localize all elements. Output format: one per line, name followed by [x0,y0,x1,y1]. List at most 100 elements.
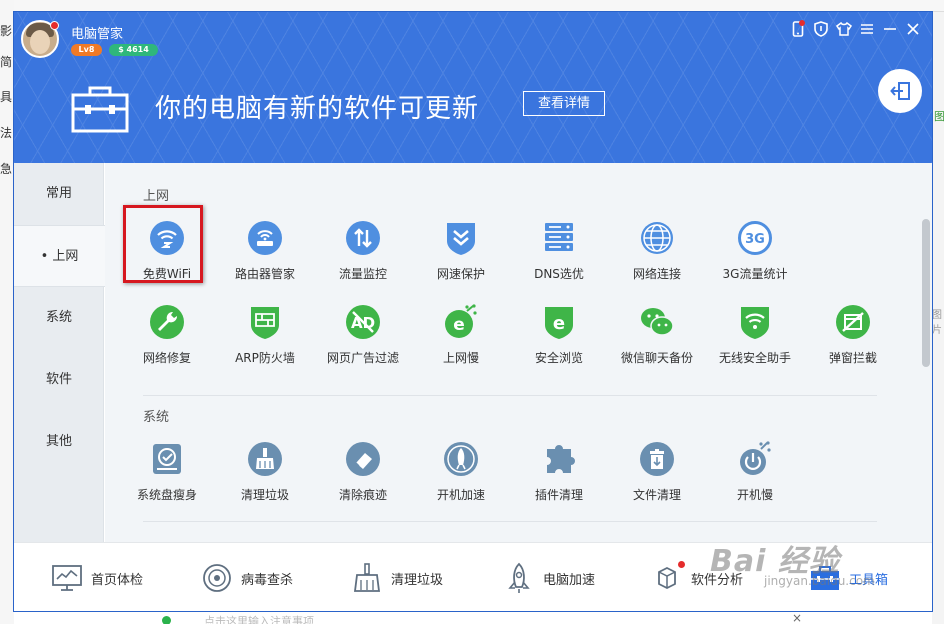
tool-label: 网速保护 [436,267,485,281]
tool-label: ARP防火墙 [235,351,295,365]
tool-dns-optimize[interactable]: DNS选优 [511,220,607,292]
tool-clear-traces[interactable]: 清除痕迹 [315,441,411,513]
banner-text: 你的电脑有新的软件可更新 [155,94,480,124]
tab-system[interactable]: 系统 [14,287,104,349]
eraser-icon [346,442,380,476]
tool-router-manager[interactable]: 路由器管家 [217,220,313,292]
scrollbar[interactable] [922,219,930,367]
skin-icon[interactable] [832,20,855,38]
notification-dot [678,561,685,568]
svg-text:e: e [553,313,565,334]
tool-slow-internet[interactable]: e 上网慢 [413,304,509,376]
broom-icon [353,563,381,592]
bg-char: 急 [0,162,13,176]
router-icon [248,221,282,255]
tool-label: 系统盘瘦身 [136,488,197,502]
tools-content: 上网 免费WiFi 路由器管家 流量监控 网速保护 DNS选优 网络连接 3G [105,163,932,542]
tool-label: 清理垃圾 [240,488,289,502]
bg-char: 简 [0,55,13,69]
tab-other[interactable]: 其他 [14,411,104,473]
tab-software[interactable]: 软件 [14,349,104,411]
background-page-right: 图 图片 [932,12,944,624]
tool-label: 清除痕迹 [338,488,387,502]
toolbox-icon [71,85,129,136]
bg-char: 具 [0,90,13,104]
tool-plugin-cleanup[interactable]: 插件清理 [511,441,607,513]
tool-system-disk-slim[interactable]: 系统盘瘦身 [119,441,215,513]
tab-common[interactable]: 常用 [14,163,104,225]
level-badge[interactable]: Lv8 [71,44,102,56]
background-page-top [14,0,944,12]
disk-slim-icon [153,444,181,474]
tool-label: 安全浏览 [534,351,583,365]
tool-clean-junk[interactable]: 清理垃圾 [217,441,313,513]
tool-network-repair[interactable]: 网络修复 [119,304,215,376]
nav-home-checkup[interactable]: 首页体检 [51,562,143,594]
puzzle-icon [547,445,575,473]
bg-char: 影 [0,24,13,38]
wifi-shield-icon [741,307,769,339]
highlight-box [123,205,203,283]
phone-icon[interactable] [786,20,809,38]
svg-text:e: e [453,315,465,335]
tool-label: 流量监控 [338,267,387,281]
speed-shield-icon [447,223,475,255]
section-title-internet: 上网 [143,189,170,204]
bg-char: 法 [0,126,13,140]
bg-char: 图 [934,110,944,123]
notification-dot [799,20,805,26]
tool-wechat-backup[interactable]: 微信聊天备份 [609,304,705,376]
app-title: 电脑管家 [71,27,124,42]
header: 电脑管家 Lv8 $ 4614 你的电脑有新的软件可更新 查看详情 [14,12,932,163]
tool-speed-protect[interactable]: 网速保护 [413,220,509,292]
firewall-icon [251,307,279,339]
baidu-watermark-url: jingyan.baidu.com [764,574,875,588]
tool-wireless-security[interactable]: 无线安全助手 [707,304,803,376]
tool-network-connection[interactable]: 网络连接 [609,220,705,292]
tool-boot-speedup[interactable]: 开机加速 [413,441,509,513]
close-icon[interactable]: × [792,611,802,624]
tool-file-cleanup[interactable]: 文件清理 [609,441,705,513]
view-details-button[interactable]: 查看详情 [523,91,605,116]
tool-label: 网络连接 [632,267,681,281]
shield-icon[interactable] [809,20,832,38]
dns-server-icon [545,223,573,251]
menu-icon[interactable] [855,20,878,38]
safe-browser-icon: e [545,307,573,339]
exit-icon [890,82,910,100]
traffic-icon [346,221,380,255]
tool-ad-filter[interactable]: AD 网页广告过滤 [315,304,411,376]
tool-traffic-monitor[interactable]: 流量监控 [315,220,411,292]
exit-toolbox-button[interactable] [878,69,922,113]
nav-clean-junk[interactable]: 清理垃圾 [351,562,443,594]
3g-icon: 3G [738,221,772,255]
nav-label: 首页体检 [91,572,144,588]
tool-arp-firewall[interactable]: ARP防火墙 [217,304,313,376]
tool-popup-block[interactable]: 弹窗拦截 [805,304,901,376]
tool-label: 开机慢 [736,488,773,502]
minimize-icon[interactable] [878,20,901,38]
tool-label: DNS选优 [534,267,584,281]
tool-label: 无线安全助手 [718,351,791,365]
rocket-icon [508,562,530,593]
nav-pc-speedup[interactable]: 电脑加速 [503,562,595,594]
pc-manager-window: 电脑管家 Lv8 $ 4614 你的电脑有新的软件可更新 查看详情 常用 • 上… [14,12,932,611]
monitor-check-icon [52,565,82,591]
window-controls [786,20,924,38]
broom-icon [248,442,282,476]
nav-label: 清理垃圾 [391,572,444,588]
tool-3g-stats[interactable]: 3G 3G流量统计 [707,220,803,292]
nav-virus-scan[interactable]: 病毒查杀 [201,562,293,594]
adblock-icon: AD [346,305,380,339]
tool-label: 微信聊天备份 [620,351,693,365]
tool-slow-boot[interactable]: 开机慢 [707,441,803,513]
tool-label: 网络修复 [142,351,191,365]
coin-badge[interactable]: $ 4614 [109,44,158,56]
note-input-placeholder[interactable]: 点击这里输入注意事项 [204,613,314,624]
tool-label: 路由器管家 [234,267,295,281]
tab-internet[interactable]: • 上网 [14,225,105,287]
virus-scan-icon [203,564,231,592]
background-page-left: 影 简 具 法 急 [0,0,14,624]
close-icon[interactable] [901,20,924,38]
tool-safe-browsing[interactable]: e 安全浏览 [511,304,607,376]
